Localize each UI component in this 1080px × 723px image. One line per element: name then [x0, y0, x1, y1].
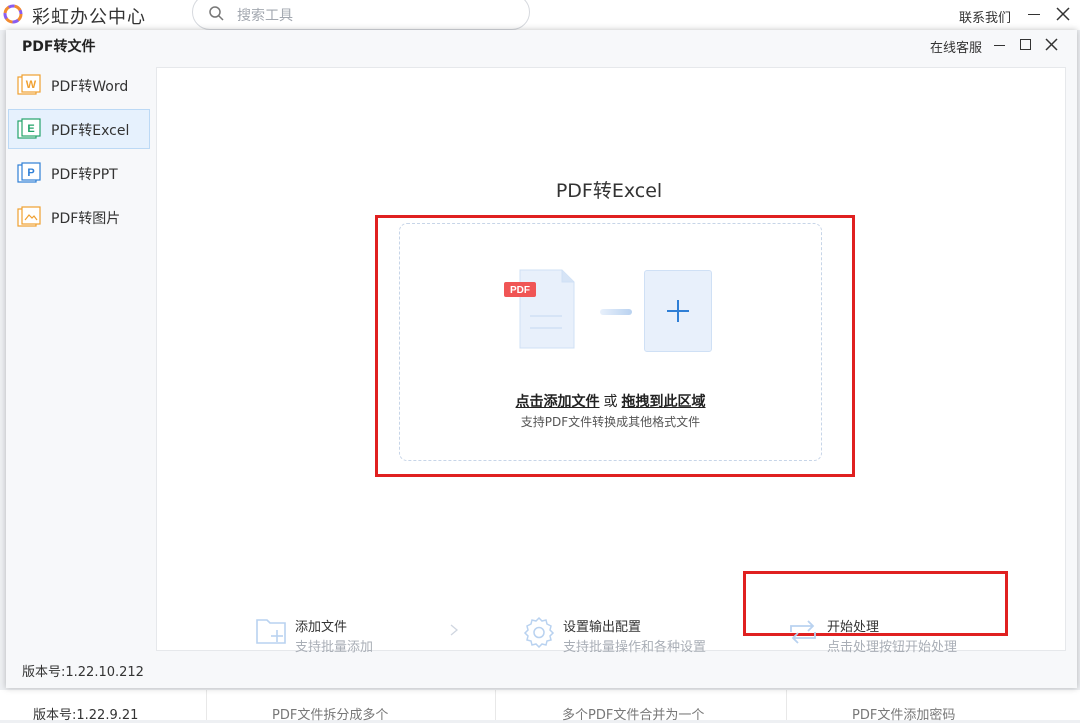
sidebar-item-pdf-to-ppt[interactable]: P PDF转PPT	[8, 153, 150, 193]
file-drop-zone[interactable]: PDF 点击添加文件或拖拽到此区域 支持PDF文件转换成其他格式文件	[399, 223, 822, 461]
sidebar-item-pdf-to-image[interactable]: PDF转图片	[8, 197, 150, 237]
drop-subtitle: 支持PDF文件转换成其他格式文件	[520, 415, 701, 429]
search-icon	[209, 6, 224, 21]
background-tool-encrypt[interactable]: PDF文件添加密码	[852, 704, 955, 723]
search-placeholder: 搜索工具	[237, 8, 293, 24]
background-tool-split[interactable]: PDF文件拆分成多个	[272, 704, 388, 723]
step-title: 开始处理	[827, 620, 880, 635]
background-divider	[786, 690, 787, 720]
window-title: PDF转文件	[22, 39, 96, 55]
settings-gear-icon	[523, 616, 555, 648]
sidebar-item-pdf-to-excel[interactable]: E PDF转Excel	[8, 109, 150, 149]
rainbow-logo-icon	[3, 4, 23, 24]
sidebar-item-pdf-to-word[interactable]: W PDF转Word	[8, 65, 150, 105]
pdf-document-icon: PDF	[504, 269, 575, 349]
window-minimize-button[interactable]	[994, 45, 1005, 46]
background-version: 版本号:1.22.9.21	[33, 708, 139, 723]
excel-file-icon: E	[17, 118, 41, 139]
step-desc: 支持批量添加	[295, 640, 374, 655]
ppt-file-icon: P	[17, 162, 41, 183]
app-title: 彩虹办公中心	[32, 7, 146, 28]
background-divider	[495, 690, 496, 720]
word-file-icon: W	[17, 74, 41, 95]
step-title: 添加文件	[295, 620, 348, 635]
pdf-badge-text: PDF	[510, 285, 530, 296]
online-support-link[interactable]: 在线客服	[930, 37, 982, 56]
main-panel: PDF转Excel PDF 点击添加文件或拖拽到此区域 支持PDF文件转换成其他…	[156, 67, 1066, 655]
sidebar-item-label: PDF转PPT	[51, 167, 118, 183]
app-close-button[interactable]	[1055, 6, 1071, 22]
page-title: PDF转Excel	[555, 180, 663, 202]
sidebar-item-label: PDF转Word	[51, 79, 129, 95]
drag-here-text: 拖拽到此区域	[621, 394, 706, 410]
version-label: 版本号:1.22.10.212	[22, 665, 144, 680]
background-divider	[206, 690, 207, 720]
drop-instruction: 点击添加文件或拖拽到此区域	[400, 391, 821, 411]
chevron-right-icon	[450, 624, 459, 636]
app-topbar: 彩虹办公中心 搜索工具 联系我们	[0, 0, 1080, 30]
contact-us-link[interactable]: 联系我们	[959, 7, 1011, 26]
app-minimize-button[interactable]	[1028, 14, 1040, 15]
window-close-button[interactable]	[1045, 38, 1058, 51]
drop-or-text: 或	[603, 394, 618, 410]
step-desc: 点击处理按钮开始处理	[827, 640, 958, 655]
add-file-box[interactable]	[644, 270, 712, 352]
sidebar-item-label: PDF转图片	[51, 211, 121, 227]
svg-text:E: E	[27, 123, 34, 135]
background-tool-merge[interactable]: 多个PDF文件合并为一个	[562, 704, 704, 723]
svg-text:P: P	[27, 167, 34, 179]
click-add-file-link[interactable]: 点击添加文件	[516, 394, 600, 410]
add-folder-icon	[256, 619, 286, 644]
process-cycle-icon	[790, 620, 816, 644]
connector-dash	[600, 309, 632, 315]
search-box[interactable]: 搜索工具	[192, 0, 530, 30]
step-title: 设置输出配置	[563, 620, 642, 635]
pdf-convert-window: PDF转文件 在线客服 W PDF转Word E PDF转Excel P PDF…	[6, 30, 1077, 688]
window-maximize-button[interactable]	[1020, 39, 1031, 50]
sidebar-item-label: PDF转Excel	[51, 123, 130, 139]
image-file-icon	[17, 206, 41, 227]
plus-icon	[667, 300, 689, 322]
svg-text:W: W	[26, 79, 37, 91]
step-desc: 支持批量操作和各种设置	[563, 640, 707, 655]
